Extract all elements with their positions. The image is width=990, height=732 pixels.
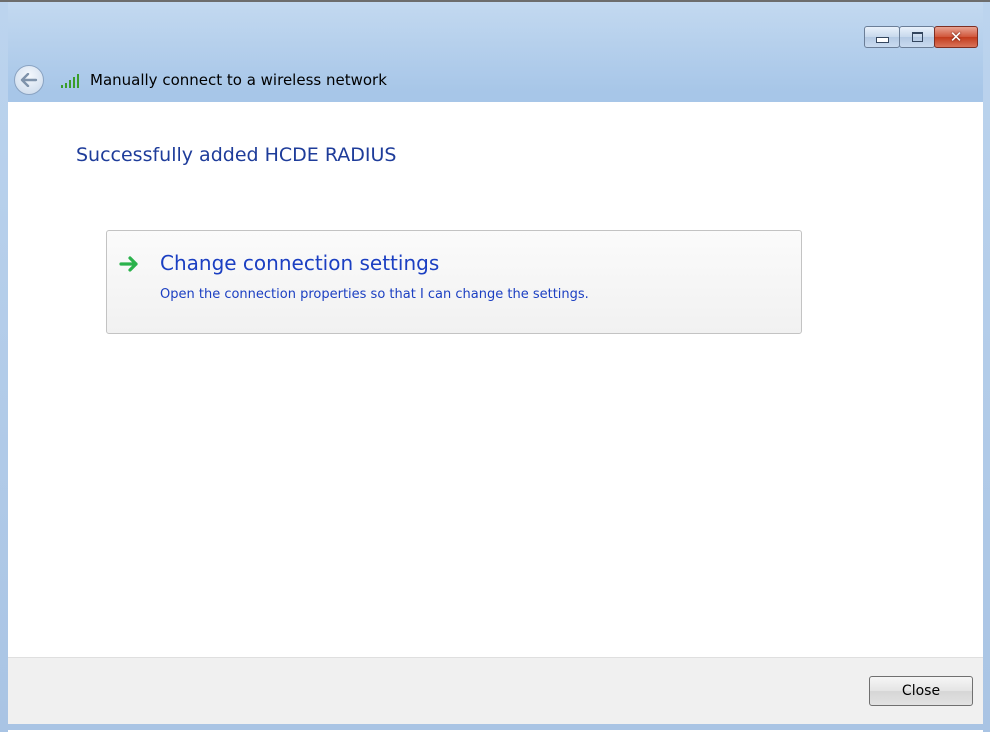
window-title: Manually connect to a wireless network: [90, 71, 387, 89]
navigation-bar: Manually connect to a wireless network: [8, 60, 983, 100]
dialog-footer: Close: [8, 657, 983, 724]
maximize-button[interactable]: [899, 26, 935, 48]
change-connection-settings-link[interactable]: Change connection settings Open the conn…: [106, 230, 802, 334]
window-frame-left: [0, 2, 8, 732]
maximize-icon: [911, 32, 923, 42]
minimize-button[interactable]: [864, 26, 900, 48]
wireless-signal-icon: [61, 74, 79, 88]
back-button[interactable]: [14, 65, 44, 95]
minimize-icon: [875, 37, 889, 43]
command-link-description: Open the connection properties so that I…: [160, 287, 589, 302]
window-frame-right: [983, 2, 990, 732]
page-heading: Successfully added HCDE RADIUS: [76, 144, 397, 166]
close-icon: ✕: [949, 27, 963, 46]
window-close-button[interactable]: ✕: [934, 26, 978, 48]
command-link-title: Change connection settings: [160, 251, 440, 275]
green-arrow-icon: [119, 256, 138, 272]
back-arrow-icon: [20, 73, 38, 87]
caption-buttons: ✕: [864, 26, 978, 48]
dialog-window: ✕ Manually connect to a wireless network…: [0, 0, 990, 732]
content-area: Successfully added HCDE RADIUS Change co…: [8, 102, 983, 657]
close-button[interactable]: Close: [869, 676, 973, 706]
